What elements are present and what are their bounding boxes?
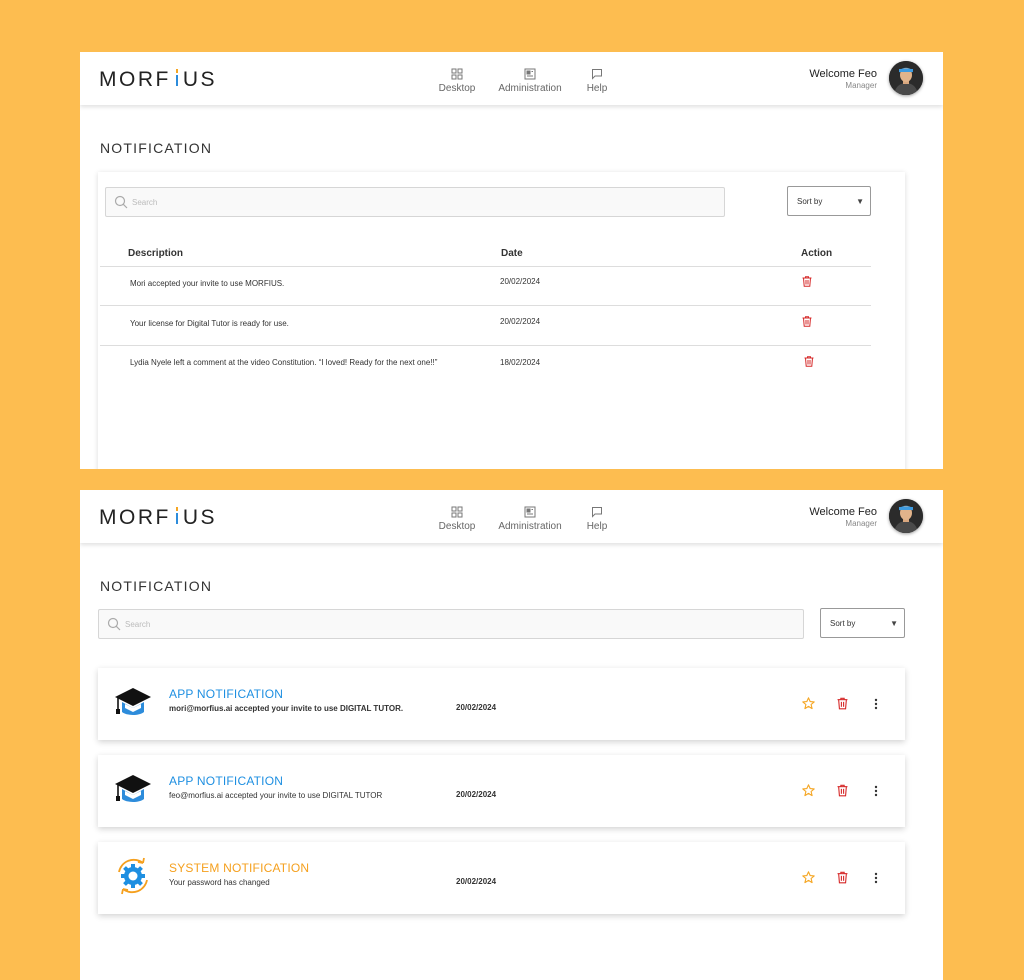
avatar-image bbox=[889, 499, 923, 533]
trash-icon[interactable] bbox=[837, 871, 848, 884]
star-icon[interactable] bbox=[802, 784, 815, 797]
gear-sync-icon bbox=[118, 857, 148, 895]
nav-help[interactable]: Help bbox=[582, 68, 612, 94]
notification-card[interactable]: APP NOTIFICATION mori@morfius.ai accepte… bbox=[98, 668, 905, 740]
notification-date: 20/02/2024 bbox=[456, 790, 497, 799]
morfius-logo[interactable]: MORF US bbox=[99, 68, 217, 92]
notification-message: mori@morfius.ai accepted your invite to … bbox=[169, 704, 404, 713]
row-divider bbox=[100, 345, 871, 346]
row-description: Your license for Digital Tutor is ready … bbox=[130, 319, 289, 328]
notification-table-panel: MORF US Desktop Administration Help Welco… bbox=[80, 52, 943, 469]
trash-icon[interactable] bbox=[802, 316, 812, 327]
row-description: Mori accepted your invite to use MORFIUS… bbox=[130, 279, 285, 288]
column-header-date[interactable]: Date bbox=[501, 248, 523, 259]
more-options-icon[interactable] bbox=[873, 698, 879, 710]
nav-help[interactable]: Help bbox=[582, 506, 612, 532]
notification-title: APP NOTIFICATION bbox=[169, 774, 284, 788]
nav-administration[interactable]: Administration bbox=[496, 506, 564, 532]
top-navbar: MORF US Desktop Administration Help Welco… bbox=[80, 490, 943, 543]
notification-message: Your password has changed bbox=[169, 878, 270, 887]
grid-icon bbox=[451, 506, 463, 518]
user-info[interactable]: Welcome Feo Manager bbox=[809, 68, 877, 90]
page-title: NOTIFICATION bbox=[100, 578, 213, 594]
nav-desktop-label: Desktop bbox=[438, 83, 476, 94]
dashboard-icon bbox=[524, 506, 536, 518]
logo-mark bbox=[172, 507, 182, 525]
trash-icon[interactable] bbox=[804, 356, 814, 367]
search-icon bbox=[107, 617, 121, 631]
nav-desktop-label: Desktop bbox=[438, 521, 476, 532]
avatar-image bbox=[889, 61, 923, 95]
notification-card[interactable]: APP NOTIFICATION feo@morfius.ai accepted… bbox=[98, 755, 905, 827]
notification-date: 20/02/2024 bbox=[456, 703, 497, 712]
more-options-icon[interactable] bbox=[873, 785, 879, 797]
chat-bubble-icon bbox=[592, 507, 602, 518]
dashboard-icon bbox=[524, 68, 536, 80]
trash-icon[interactable] bbox=[837, 697, 848, 710]
sort-by-label: Sort by bbox=[830, 619, 856, 628]
nav-administration-label: Administration bbox=[498, 83, 562, 94]
sort-by-label: Sort by bbox=[797, 197, 823, 206]
sort-by-dropdown[interactable]: Sort by ▼ bbox=[787, 186, 871, 216]
chat-bubble-icon bbox=[592, 69, 602, 80]
notification-date: 20/02/2024 bbox=[456, 877, 497, 886]
search-input[interactable]: Search bbox=[98, 609, 804, 639]
column-header-action: Action bbox=[801, 248, 833, 259]
user-role: Manager bbox=[845, 519, 877, 528]
nav-desktop[interactable]: Desktop bbox=[436, 68, 478, 94]
row-description: Lydia Nyele left a comment at the video … bbox=[130, 358, 438, 367]
column-header-description[interactable]: Description bbox=[128, 248, 183, 259]
sort-by-dropdown[interactable]: Sort by ▼ bbox=[820, 608, 905, 638]
nav-help-label: Help bbox=[586, 83, 608, 94]
logo-mark bbox=[172, 69, 182, 87]
graduation-cap-icon bbox=[115, 775, 151, 802]
welcome-text: Welcome Feo bbox=[809, 68, 877, 80]
top-navbar: MORF US Desktop Administration Help Welco… bbox=[80, 52, 943, 105]
nav-administration-label: Administration bbox=[498, 521, 562, 532]
notification-title: SYSTEM NOTIFICATION bbox=[169, 861, 310, 875]
welcome-text: Welcome Feo bbox=[809, 506, 877, 518]
chevron-down-icon: ▼ bbox=[856, 197, 864, 206]
grid-icon bbox=[451, 68, 463, 80]
more-options-icon[interactable] bbox=[873, 872, 879, 884]
page-title: NOTIFICATION bbox=[100, 140, 213, 156]
search-placeholder: Search bbox=[132, 198, 158, 207]
row-date: 18/02/2024 bbox=[500, 358, 541, 367]
star-icon[interactable] bbox=[802, 697, 815, 710]
notification-message: feo@morfius.ai accepted your invite to u… bbox=[169, 791, 383, 800]
nav-help-label: Help bbox=[586, 521, 608, 532]
notification-card[interactable]: SYSTEM NOTIFICATION Your password has ch… bbox=[98, 842, 905, 914]
row-date: 20/02/2024 bbox=[500, 317, 541, 326]
search-input[interactable]: Search bbox=[105, 187, 725, 217]
search-placeholder: Search bbox=[125, 620, 151, 629]
nav-administration[interactable]: Administration bbox=[496, 68, 564, 94]
trash-icon[interactable] bbox=[837, 784, 848, 797]
user-info[interactable]: Welcome Feo Manager bbox=[809, 506, 877, 528]
user-role: Manager bbox=[845, 81, 877, 90]
avatar[interactable] bbox=[889, 61, 923, 95]
nav-desktop[interactable]: Desktop bbox=[436, 506, 478, 532]
row-divider bbox=[100, 305, 871, 306]
chevron-down-icon: ▼ bbox=[890, 619, 898, 628]
morfius-logo[interactable]: MORF US bbox=[99, 506, 217, 530]
graduation-cap-icon bbox=[115, 688, 151, 715]
search-icon bbox=[114, 195, 128, 209]
row-date: 20/02/2024 bbox=[500, 277, 541, 286]
header-divider bbox=[100, 266, 871, 267]
trash-icon[interactable] bbox=[802, 276, 812, 287]
star-icon[interactable] bbox=[802, 871, 815, 884]
notification-cards-panel: MORF US Desktop Administration Help Welco… bbox=[80, 490, 943, 980]
notification-table-card: Search Sort by ▼ Description Date Action… bbox=[98, 172, 905, 469]
notification-title: APP NOTIFICATION bbox=[169, 687, 284, 701]
avatar[interactable] bbox=[889, 499, 923, 533]
